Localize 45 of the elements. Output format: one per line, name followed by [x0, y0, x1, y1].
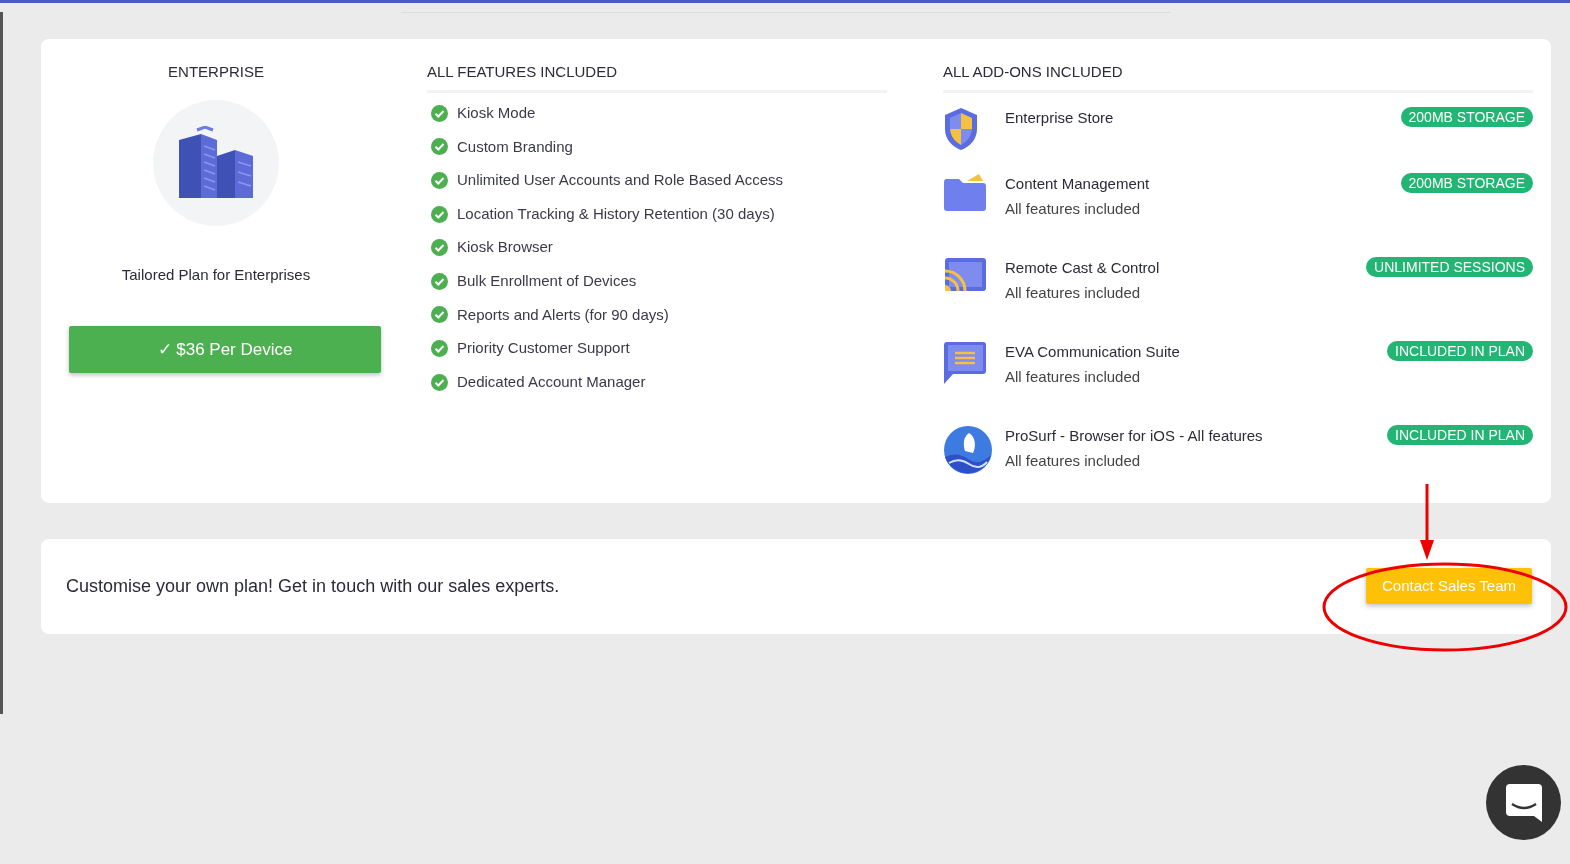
addon-status: 200MB STORAGE	[1400, 172, 1533, 193]
folder-icon	[943, 172, 987, 213]
feature-label: Priority Customer Support	[457, 338, 630, 359]
addon-detail: All features included	[1005, 367, 1142, 387]
plan-name: ENTERPRISE	[167, 62, 265, 82]
addon-name: EVA Communication Suite	[1005, 341, 1180, 362]
addon-detail: All features included	[1005, 199, 1142, 219]
check-icon	[431, 104, 448, 122]
shield-icon	[943, 106, 979, 151]
check-icon	[431, 205, 448, 223]
addon-detail: All features included	[1005, 283, 1142, 303]
contact-sales-button[interactable]: Contact Sales Team	[1366, 568, 1532, 604]
feature-label: Unlimited User Accounts and Role Based Access	[457, 170, 783, 191]
price-button[interactable]: ✓ $36 Per Device	[69, 326, 381, 373]
features-heading: ALL FEATURES INCLUDED	[427, 61, 887, 93]
plan-tagline: Tailored Plan for Enterprises	[120, 264, 312, 285]
check-icon	[431, 239, 448, 257]
check-icon	[431, 138, 448, 156]
feature-label: Custom Branding	[457, 136, 573, 157]
speech-bubble-icon	[943, 340, 987, 385]
addon-name: Content Management	[1005, 173, 1150, 194]
addons-heading: ALL ADD-ONS INCLUDED	[943, 61, 1533, 93]
addon-status: INCLUDED IN PLAN	[1387, 340, 1533, 361]
check-icon	[431, 373, 448, 391]
addon-name: Remote Cast & Control	[1005, 257, 1160, 278]
addon-status: INCLUDED IN PLAN	[1387, 424, 1533, 445]
check-icon	[431, 339, 448, 357]
rocket-globe-icon	[943, 424, 993, 475]
feature-label: Reports and Alerts (for 90 days)	[457, 304, 669, 325]
check-icon	[431, 172, 448, 189]
addon-detail: All features included	[1005, 451, 1142, 471]
chat-icon	[1505, 783, 1542, 822]
feature-label: Kiosk Browser	[457, 237, 553, 258]
cast-icon	[943, 256, 987, 293]
feature-label: Bulk Enrollment of Devices	[457, 271, 637, 291]
check-icon	[431, 306, 448, 324]
feature-label: Kiosk Mode	[457, 103, 536, 124]
addon-name: Enterprise Store	[1005, 107, 1114, 128]
addon-name: ProSurf - Browser for iOS - All features	[1005, 425, 1263, 446]
feature-label: Location Tracking & History Retention (30 days)	[457, 203, 775, 224]
addon-status: UNLIMITED SESSIONS	[1366, 256, 1533, 277]
custom-plan-text: Customise your own plan! Get in touch with our sales experts.	[66, 574, 560, 598]
feature-label: Dedicated Account Manager	[457, 371, 646, 392]
addon-status: 200MB STORAGE	[1400, 106, 1533, 127]
check-icon	[431, 272, 448, 290]
